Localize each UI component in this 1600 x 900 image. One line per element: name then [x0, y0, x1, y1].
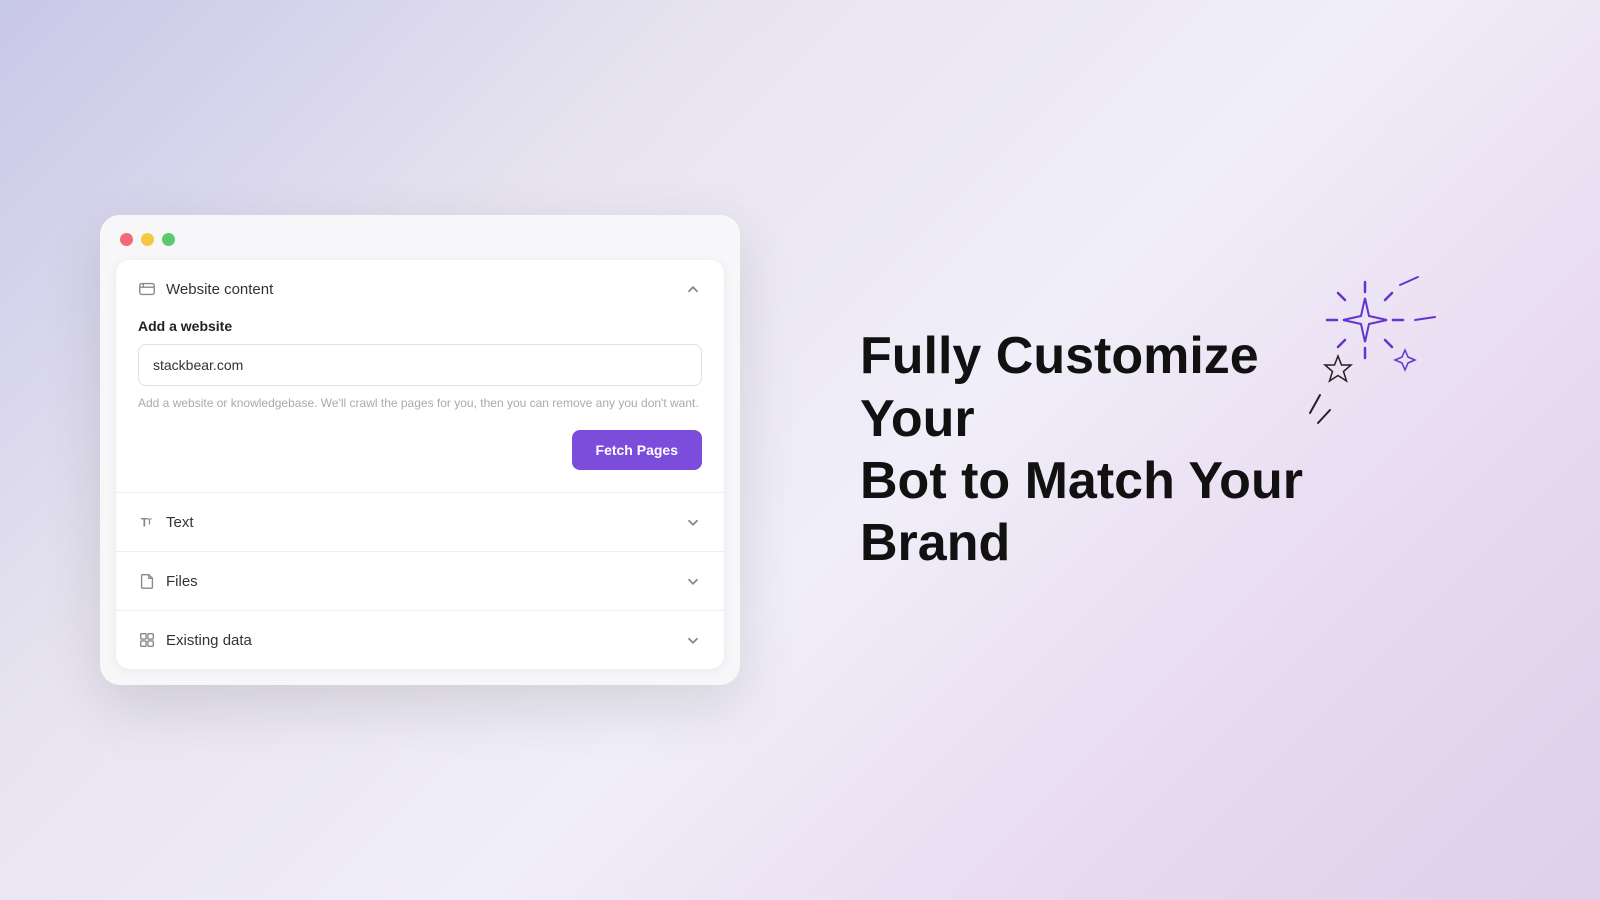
text-section-title: Text — [166, 514, 194, 531]
website-field-label: Add a website — [138, 318, 702, 334]
right-panel: Fully Customize Your Bot to Match Your B… — [800, 325, 1520, 575]
accordion-header-left-files: Files — [138, 572, 198, 590]
left-panel: Website content Add a website Add a webs… — [80, 215, 800, 685]
accordion-header-text[interactable]: T T Text — [116, 493, 724, 551]
browser-window: Website content Add a website Add a webs… — [100, 215, 740, 685]
accordion-website-content: Website content Add a website Add a webs… — [116, 260, 724, 493]
headline-line1: Fully Customize Your — [860, 327, 1259, 447]
accordion-header-left-text: T T Text — [138, 513, 194, 531]
dot-green — [162, 233, 175, 246]
accordion-header-left-existing: Existing data — [138, 631, 252, 649]
accordion-header-website[interactable]: Website content — [116, 260, 724, 318]
browser-titlebar — [100, 215, 740, 260]
chevron-down-files-icon — [684, 572, 702, 590]
dot-red — [120, 233, 133, 246]
existing-data-title: Existing data — [166, 632, 252, 649]
website-content-title: Website content — [166, 281, 273, 298]
svg-text:T: T — [147, 518, 152, 527]
accordion-existing-data: Existing data — [116, 611, 724, 669]
chevron-up-icon — [684, 280, 702, 298]
text-icon: T T — [138, 513, 156, 531]
files-section-title: Files — [166, 573, 198, 590]
dot-yellow — [141, 233, 154, 246]
chevron-down-text-icon — [684, 513, 702, 531]
sparkle-decoration — [1300, 265, 1440, 425]
accordion-header-existing[interactable]: Existing data — [116, 611, 724, 669]
accordion-header-left-website: Website content — [138, 280, 273, 298]
fetch-pages-button[interactable]: Fetch Pages — [572, 430, 702, 470]
files-icon — [138, 572, 156, 590]
chevron-down-existing-icon — [684, 631, 702, 649]
accordion-text: T T Text — [116, 493, 724, 552]
browser-content: Website content Add a website Add a webs… — [116, 260, 724, 669]
accordion-header-files[interactable]: Files — [116, 552, 724, 610]
website-content-body: Add a website Add a website or knowledge… — [116, 318, 724, 492]
website-icon — [138, 280, 156, 298]
headline-line2: Bot to Match Your Brand — [860, 452, 1303, 572]
accordion-files: Files — [116, 552, 724, 611]
website-url-input[interactable] — [138, 344, 702, 386]
website-help-text: Add a website or knowledgebase. We'll cr… — [138, 394, 702, 412]
existing-data-icon — [138, 631, 156, 649]
